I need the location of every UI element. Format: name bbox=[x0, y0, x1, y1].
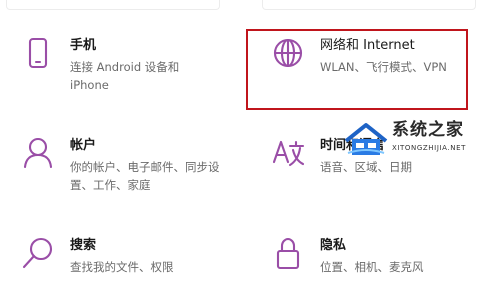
phone-icon bbox=[18, 36, 58, 76]
watermark-url: XITONGZHIJIA.NET bbox=[392, 144, 466, 152]
tile-title: 帐户 bbox=[70, 138, 97, 153]
tile-title: 网络和 Internet bbox=[320, 38, 415, 53]
card-edge-left bbox=[6, 0, 220, 10]
settings-tile-search[interactable]: 搜索 查找我的文件、权限 bbox=[18, 236, 233, 276]
watermark-text: 系统之家 bbox=[392, 120, 464, 140]
tile-title: 隐私 bbox=[320, 238, 347, 253]
time-language-icon bbox=[268, 136, 308, 176]
card-edge-right bbox=[262, 0, 476, 10]
settings-tile-phone[interactable]: 手机 连接 Android 设备和 iPhone bbox=[18, 36, 233, 94]
tile-description: 连接 Android 设备和 iPhone bbox=[70, 60, 180, 92]
tile-description: 查找我的文件、权限 bbox=[70, 260, 174, 274]
watermark: 系统之家 XITONGZHIJIA.NET bbox=[344, 119, 494, 165]
globe-icon bbox=[268, 36, 308, 76]
settings-tile-privacy[interactable]: 隐私 位置、相机、麦克风 bbox=[268, 236, 468, 276]
lock-icon bbox=[268, 236, 308, 276]
tile-title: 搜索 bbox=[70, 238, 97, 253]
person-icon bbox=[18, 136, 58, 176]
house-logo-icon bbox=[344, 123, 388, 155]
settings-tile-network[interactable]: 网络和 Internet WLAN、飞行模式、VPN bbox=[268, 36, 468, 76]
search-icon bbox=[18, 236, 58, 276]
tile-description: 你的帐户、电子邮件、同步设置、工作、家庭 bbox=[70, 160, 220, 192]
settings-tile-account[interactable]: 帐户 你的帐户、电子邮件、同步设置、工作、家庭 bbox=[18, 136, 233, 194]
tile-title: 手机 bbox=[70, 38, 97, 53]
tile-description: 位置、相机、麦克风 bbox=[320, 260, 424, 274]
tile-description: WLAN、飞行模式、VPN bbox=[320, 60, 447, 74]
